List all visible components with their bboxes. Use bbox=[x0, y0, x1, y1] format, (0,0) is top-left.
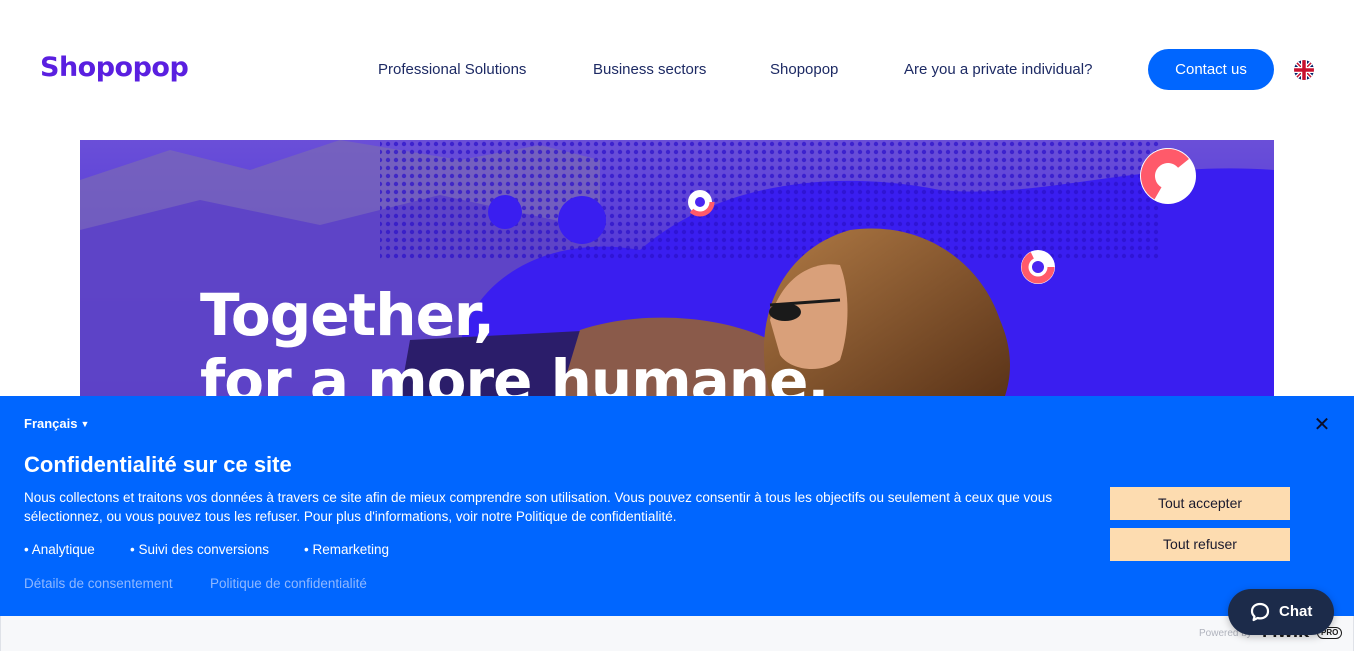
bottom-strip bbox=[0, 616, 1354, 651]
nav-shopopop[interactable]: Shopopop bbox=[770, 60, 838, 80]
site-header: Shopopop Professional Solutions Business… bbox=[0, 0, 1366, 140]
purpose-remarketing: • Remarketing bbox=[304, 542, 390, 557]
chat-bubble-icon bbox=[1250, 602, 1270, 622]
hero-title: Together, for a more humane, bbox=[200, 281, 829, 396]
accept-all-button[interactable]: Tout accepter bbox=[1110, 487, 1290, 520]
hero-title-line2: for a more humane, bbox=[200, 347, 829, 396]
consent-details-link[interactable]: Détails de consentement bbox=[24, 575, 173, 593]
purpose-analytics: • Analytique bbox=[24, 542, 95, 557]
chevron-down-icon: ▼ bbox=[80, 419, 90, 429]
nav-private-individual[interactable]: Are you a private individual? bbox=[904, 60, 1092, 80]
uk-flag-icon bbox=[1294, 60, 1314, 80]
purpose-conversion-tracking: • Suivi des conversions bbox=[130, 542, 270, 557]
language-switcher[interactable] bbox=[1294, 60, 1314, 80]
nav-business-sectors[interactable]: Business sectors bbox=[593, 60, 706, 80]
chat-button[interactable]: Chat bbox=[1228, 589, 1334, 635]
privacy-policy-link[interactable]: Politique de confidentialité bbox=[210, 575, 367, 593]
language-dropdown[interactable]: Français ▼ bbox=[24, 416, 89, 432]
contact-us-button[interactable]: Contact us bbox=[1148, 49, 1274, 90]
page: Shopopop Professional Solutions Business… bbox=[0, 0, 1366, 651]
cookie-consent-banner: Français ▼ ✕ Confidentialité sur ce site … bbox=[0, 396, 1354, 616]
cookie-description: Nous collectons et traitons vos données … bbox=[24, 490, 1053, 524]
close-icon[interactable]: ✕ bbox=[1310, 414, 1334, 434]
language-dropdown-label: Français bbox=[24, 416, 78, 431]
hero-banner: Together, for a more humane, bbox=[80, 140, 1274, 396]
chat-label: Chat bbox=[1279, 603, 1313, 620]
shopopop-logo[interactable]: Shopopop bbox=[40, 48, 189, 88]
hero-title-line1: Together, bbox=[200, 281, 495, 349]
nav-professional-solutions[interactable]: Professional Solutions bbox=[378, 60, 526, 80]
refuse-all-button[interactable]: Tout refuser bbox=[1110, 528, 1290, 561]
cookie-title: Confidentialité sur ce site bbox=[24, 452, 292, 477]
